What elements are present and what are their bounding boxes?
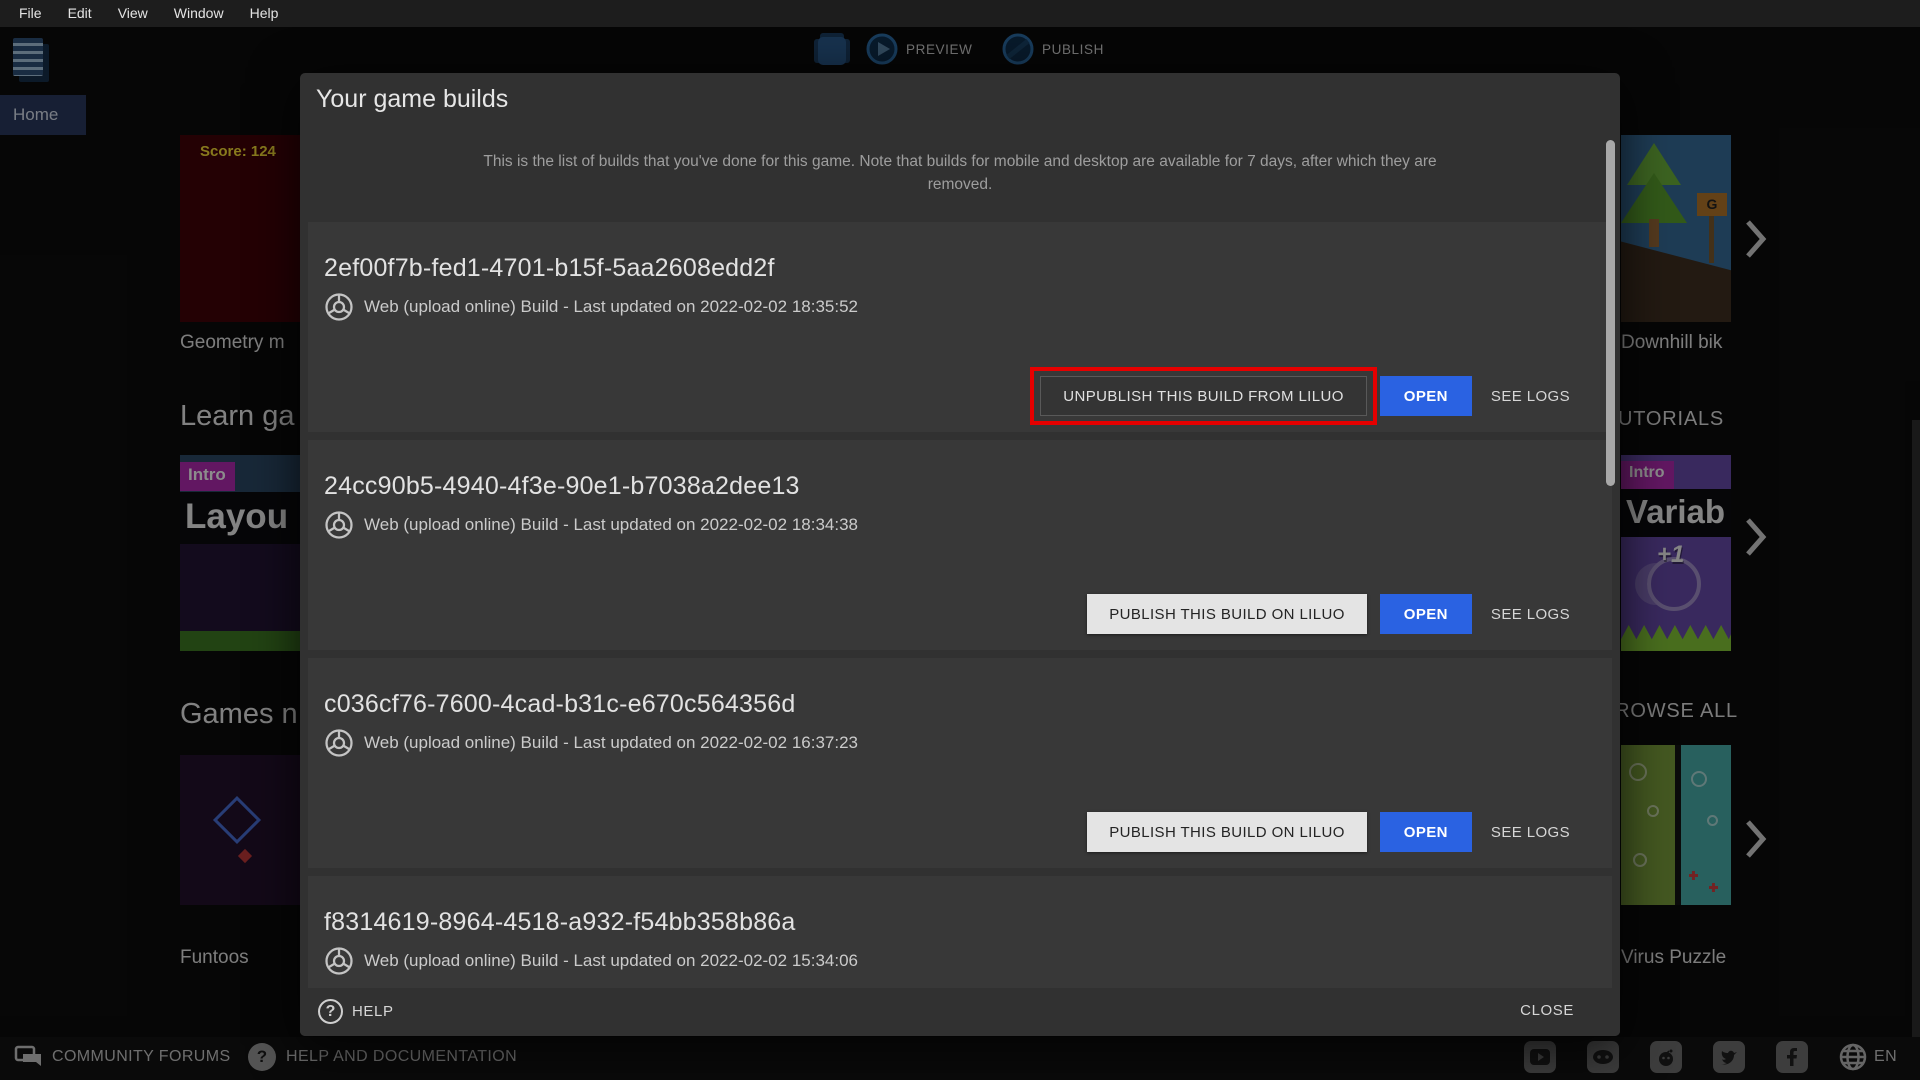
unpublish-build-button[interactable]: UNPUBLISH THIS BUILD FROM LILUO [1040,376,1367,416]
dialog-scrollbar[interactable] [1606,140,1615,486]
description-line2: removed. [928,176,993,193]
build-id: 24cc90b5-4940-4f3e-90e1-b7038a2dee13 [324,472,1576,501]
menu-help[interactable]: Help [237,0,292,27]
menu-view[interactable]: View [105,0,161,27]
menu-file[interactable]: File [6,0,55,27]
close-button[interactable]: CLOSE [1520,1002,1574,1019]
build-id: f8314619-8964-4518-a932-f54bb358b86a [324,908,1576,937]
build-row: 24cc90b5-4940-4f3e-90e1-b7038a2dee13 Web… [308,440,1612,650]
menu-edit[interactable]: Edit [55,0,105,27]
dialog-title: Your game builds [316,85,508,114]
help-button[interactable]: ? HELP [318,999,394,1024]
build-id: c036cf76-7600-4cad-b31c-e670c564356d [324,690,1576,719]
build-row: f8314619-8964-4518-a932-f54bb358b86a Web… [308,876,1612,988]
app-window: File Edit View Window Help PREVIEW PUBLI… [0,0,1920,1080]
menu-bar: File Edit View Window Help [0,0,1920,27]
unpublish-label: UNPUBLISH THIS BUILD FROM LILUO [1063,388,1344,405]
chrome-web-icon [324,292,354,322]
build-row: 2ef00f7b-fed1-4701-b15f-5aa2608edd2f Web… [308,222,1612,432]
chrome-web-icon [324,510,354,540]
open-build-button[interactable]: OPEN [1380,812,1472,852]
help-question-icon: ? [318,999,343,1024]
game-builds-dialog: Your game builds This is the list of bui… [300,73,1620,1036]
build-row: c036cf76-7600-4cad-b31c-e670c564356d Web… [308,658,1612,868]
dialog-description: This is the list of builds that you've d… [350,150,1570,196]
see-logs-button[interactable]: SEE LOGS [1485,376,1576,416]
build-meta: Web (upload online) Build - Last updated… [364,515,858,535]
build-list: 2ef00f7b-fed1-4701-b15f-5aa2608edd2f Web… [308,222,1612,988]
open-build-button[interactable]: OPEN [1380,376,1472,416]
description-line1: This is the list of builds that you've d… [483,153,1436,170]
publish-build-button[interactable]: PUBLISH THIS BUILD ON LILUO [1087,812,1367,852]
menu-window[interactable]: Window [161,0,237,27]
help-label: HELP [352,1003,394,1020]
open-build-button[interactable]: OPEN [1380,594,1472,634]
chrome-web-icon [324,946,354,976]
publish-build-button[interactable]: PUBLISH THIS BUILD ON LILUO [1087,594,1367,634]
dialog-action-bar: ? HELP CLOSE [300,988,1620,1036]
build-meta: Web (upload online) Build - Last updated… [364,733,858,753]
build-meta: Web (upload online) Build - Last updated… [364,297,858,317]
build-id: 2ef00f7b-fed1-4701-b15f-5aa2608edd2f [324,254,1576,283]
see-logs-button[interactable]: SEE LOGS [1485,812,1576,852]
see-logs-button[interactable]: SEE LOGS [1485,594,1576,634]
chrome-web-icon [324,728,354,758]
build-meta: Web (upload online) Build - Last updated… [364,951,858,971]
